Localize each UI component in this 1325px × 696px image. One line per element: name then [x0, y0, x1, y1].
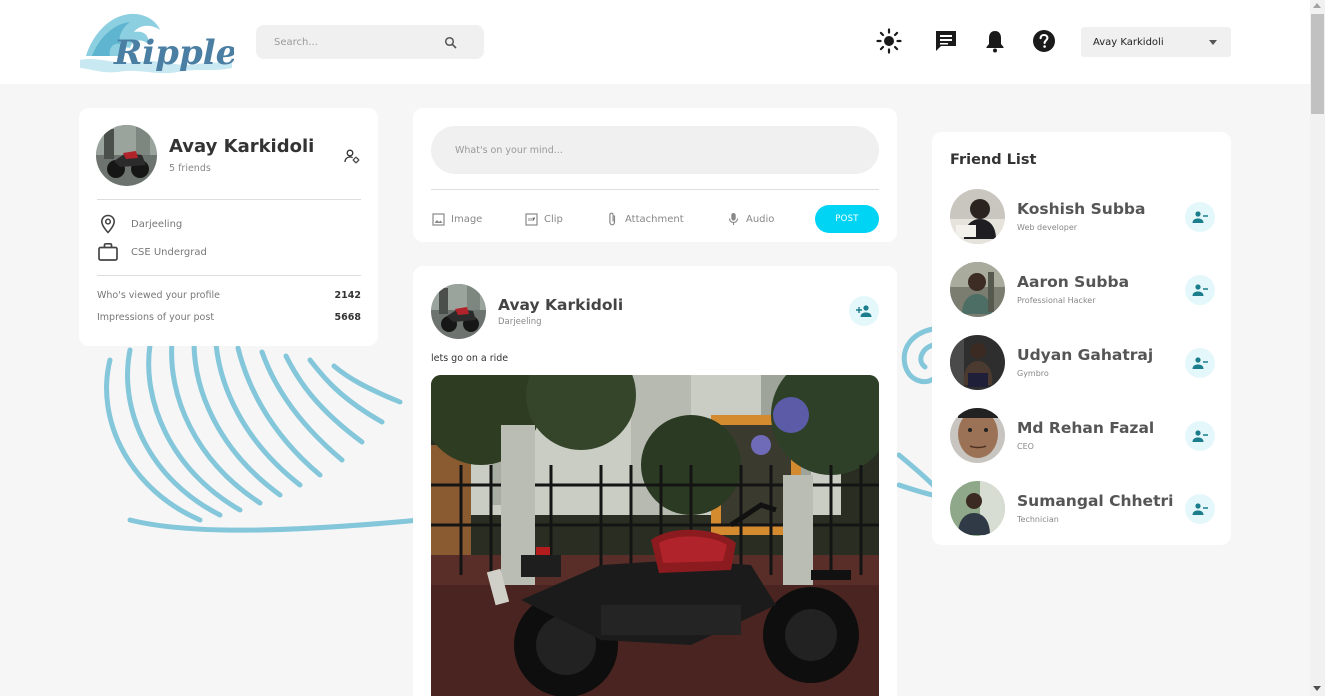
remove-friend-button[interactable] [1185, 421, 1215, 451]
scroll-down-arrow-icon[interactable] [1313, 686, 1321, 691]
stat-label: Impressions of your post [97, 312, 215, 323]
chat-icon[interactable] [933, 28, 959, 54]
person-remove-icon [1192, 503, 1208, 515]
attachment-icon [605, 212, 619, 226]
svg-text:Ripple: Ripple [113, 33, 234, 73]
remove-friend-button[interactable] [1185, 202, 1215, 232]
location-pin-icon [97, 213, 119, 235]
location-text: Darjeeling [131, 218, 183, 230]
divider [97, 199, 361, 200]
microphone-icon [726, 212, 740, 226]
bell-icon[interactable] [982, 28, 1008, 54]
occupation-row: CSE Undergrad [97, 241, 207, 263]
post-composer: Image Clip Attachment Audio POST [413, 108, 897, 242]
navbar: Ripple Search... Avay Karkidoli [0, 0, 1310, 84]
friend-item[interactable]: Sumangal Chhetri Technician [950, 481, 1215, 537]
audio-tool-label: Audio [746, 213, 775, 225]
clip-tool-label: Clip [544, 213, 563, 225]
profile-card: Avay Karkidoli 5 friends Darjeeling CSE … [79, 108, 378, 346]
search-input[interactable] [274, 36, 434, 48]
wave-decoration [104, 339, 420, 533]
divider [431, 189, 879, 190]
stat-row-impressions: Impressions of your post 5668 [97, 312, 361, 323]
clip-tool[interactable]: Clip [524, 212, 563, 226]
friend-name[interactable]: Udyan Gahatraj [1017, 346, 1153, 364]
location-row: Darjeeling [97, 213, 182, 235]
avatar[interactable] [950, 262, 1005, 317]
user-select-value: Avay Karkidoli [1093, 36, 1164, 48]
person-remove-icon [1192, 211, 1208, 223]
post-card: Avay Karkidoli Darjeeling lets go on a r… [413, 266, 897, 696]
image-icon [431, 212, 445, 226]
scroll-up-arrow-icon[interactable] [1313, 3, 1321, 8]
image-tool[interactable]: Image [431, 212, 482, 226]
help-icon[interactable] [1031, 28, 1057, 54]
stat-value: 2142 [334, 290, 361, 301]
friend-name[interactable]: Sumangal Chhetri [1017, 492, 1173, 510]
avatar[interactable] [96, 125, 157, 186]
friend-name[interactable]: Md Rehan Fazal [1017, 419, 1154, 437]
friend-role: Web developer [1017, 223, 1078, 232]
person-add-icon [856, 305, 872, 317]
post-text: lets go on a ride [431, 353, 509, 364]
search-bar [256, 25, 484, 59]
occupation-text: CSE Undergrad [131, 246, 207, 258]
scrollbar-thumb[interactable] [1311, 14, 1324, 114]
briefcase-icon [97, 241, 119, 263]
stat-label: Who's viewed your profile [97, 290, 220, 301]
friend-name[interactable]: Koshish Subba [1017, 200, 1145, 218]
attachment-tool-label: Attachment [625, 213, 684, 225]
sun-icon[interactable] [876, 28, 902, 54]
friend-count: 5 friends [169, 163, 211, 174]
friend-role: Professional Hacker [1017, 296, 1096, 305]
divider [97, 275, 361, 276]
stat-row-profile-views: Who's viewed your profile 2142 [97, 290, 361, 301]
friend-role: Technician [1017, 515, 1059, 524]
post-author-avatar[interactable] [431, 284, 486, 339]
friend-item[interactable]: Md Rehan Fazal CEO [950, 408, 1215, 464]
avatar[interactable] [950, 481, 1005, 536]
post-author-name[interactable]: Avay Karkidoli [498, 296, 623, 314]
avatar[interactable] [950, 335, 1005, 390]
friend-item[interactable]: Aaron Subba Professional Hacker [950, 262, 1215, 318]
friend-item[interactable]: Udyan Gahatraj Gymbro [950, 335, 1215, 391]
remove-friend-button[interactable] [1185, 494, 1215, 524]
person-remove-icon [1192, 357, 1208, 369]
person-remove-icon [1192, 284, 1208, 296]
post-image[interactable] [431, 375, 879, 696]
friend-item[interactable]: Koshish Subba Web developer [950, 189, 1215, 245]
avatar[interactable] [950, 408, 1005, 463]
image-tool-label: Image [451, 213, 483, 225]
search-icon[interactable] [444, 35, 458, 49]
attachment-tool[interactable]: Attachment [605, 212, 684, 226]
friend-role: Gymbro [1017, 369, 1049, 378]
remove-friend-button[interactable] [1185, 348, 1215, 378]
wave-decoration-right [896, 326, 935, 498]
friend-name[interactable]: Aaron Subba [1017, 273, 1129, 291]
caret-down-icon [1209, 40, 1217, 45]
remove-friend-button[interactable] [1185, 275, 1215, 305]
person-remove-icon [1192, 430, 1208, 442]
friend-role: CEO [1017, 442, 1034, 451]
audio-tool[interactable]: Audio [726, 212, 774, 226]
gif-box-icon [524, 212, 538, 226]
stat-value: 5668 [334, 312, 361, 323]
post-input[interactable] [431, 126, 879, 174]
user-select[interactable]: Avay Karkidoli [1081, 27, 1231, 57]
friend-list-title: Friend List [950, 152, 1037, 168]
post-button[interactable]: POST [815, 205, 879, 233]
profile-name[interactable]: Avay Karkidoli [169, 136, 314, 157]
post-location: Darjeeling [498, 317, 542, 327]
ripple-logo[interactable]: Ripple [78, 10, 237, 74]
manage-accounts-icon[interactable] [344, 148, 360, 164]
avatar[interactable] [950, 189, 1005, 244]
friend-list-card: Friend List Koshish Subba Web developer … [932, 132, 1231, 545]
add-friend-button[interactable] [849, 296, 879, 326]
